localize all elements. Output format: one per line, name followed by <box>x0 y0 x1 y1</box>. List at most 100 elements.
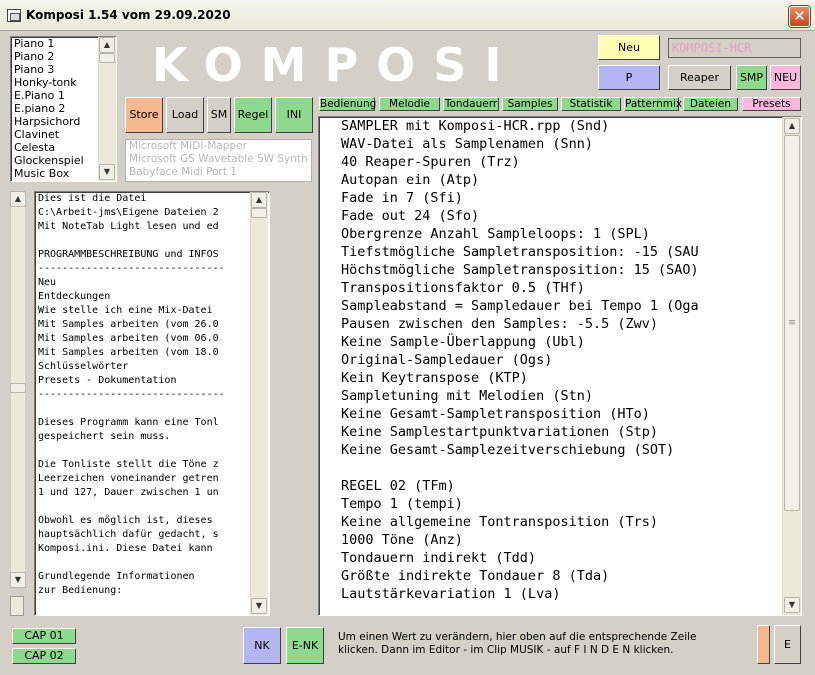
smp-button[interactable]: SMP <box>736 65 767 90</box>
settings-line[interactable]: Sampletuning mit Melodien (Stn) <box>319 387 801 405</box>
settings-line[interactable]: Keine allgemeine Tontransposition (Trs) <box>319 513 801 531</box>
tab-patternmix[interactable]: Patternmix <box>624 97 682 111</box>
scroll-thumb[interactable] <box>10 383 26 393</box>
settings-line[interactable]: SAMPLER mit Komposi-HCR.rpp (Snd) <box>319 117 801 135</box>
scroll-down-icon[interactable]: ▼ <box>784 597 800 613</box>
neu-pink-button[interactable]: NEU <box>770 65 801 90</box>
info-line <box>35 234 269 248</box>
left-small-control[interactable] <box>10 596 24 616</box>
settings-line[interactable]: Obergrenze Anzahl Sampleloops: 1 (SPL) <box>319 225 801 243</box>
enk-button[interactable]: E-NK <box>286 627 324 664</box>
settings-line[interactable]: Pausen zwischen den Samples: -5.5 (Zwv) <box>319 315 801 333</box>
settings-line[interactable]: Fade in 7 (Sfi) <box>319 189 801 207</box>
settings-line[interactable]: WAV-Datei als Samplenamen (Snn) <box>319 135 801 153</box>
settings-line[interactable]: Lautstärkevariation 1 (Lva) <box>319 585 801 603</box>
settings-line[interactable]: Größte indirekte Tondauer 8 (Tda) <box>319 567 801 585</box>
info-line: Mit Samples arbeiten (vom 26.0 <box>38 319 219 330</box>
info-line: Mit Samples arbeiten (vom 18.0 <box>38 347 219 358</box>
settings-line[interactable]: Keine Gesamt-Sampletransposition (HTo) <box>319 405 801 423</box>
preset-name-field[interactable]: KOMPOSI-HCR <box>668 38 801 58</box>
cap02-button[interactable]: CAP 02 <box>12 648 76 664</box>
midi-device-item[interactable]: Babyface Midi Port 1 <box>126 166 311 179</box>
scroll-up-icon[interactable]: ▲ <box>99 37 115 53</box>
close-button[interactable]: ✕ <box>789 6 810 27</box>
info-line: Presets - Dokumentation <box>38 375 177 386</box>
sm-button[interactable]: SM <box>207 97 231 133</box>
settings-line[interactable] <box>319 459 801 477</box>
scroll-down-icon[interactable]: ▼ <box>10 572 26 588</box>
scroll-down-icon[interactable]: ▼ <box>99 164 115 180</box>
info-line: Dies ist die Datei <box>38 193 147 204</box>
settings-textbox[interactable]: SAMPLER mit Komposi-HCR.rpp (Snd) WAV-Dat… <box>318 116 802 616</box>
midi-device-item[interactable]: Microsoft MIDI-Mapper <box>126 140 311 153</box>
ini-button[interactable]: INI <box>275 97 313 133</box>
info-line: 1 und 127, Dauer zwischen 1 un <box>38 487 219 498</box>
hint-text: Um einen Wert zu verändern, hier oben au… <box>338 631 697 656</box>
info-textbox[interactable]: Dies ist die Datei C:\Arbeit-jms\Eigene D… <box>34 191 270 616</box>
settings-line[interactable]: Tiefstmögliche Sampletransposition: -15 … <box>319 243 801 261</box>
info-line: Leerzeichen voneinander getren <box>38 473 219 484</box>
tab-samples[interactable]: Samples <box>502 97 558 111</box>
left-scrollbar[interactable]: ▲ ▼ <box>10 191 26 589</box>
info-line: PROGRAMMBESCHREIBUNG und INFOS <box>38 249 219 260</box>
cap01-button[interactable]: CAP 01 <box>12 628 76 644</box>
settings-line[interactable]: Transpositionsfaktor 0.5 (THf) <box>319 279 801 297</box>
info-line: Dieses Programm kann eine Tonl <box>38 417 219 428</box>
nk-button[interactable]: NK <box>243 627 281 664</box>
scroll-thumb[interactable]: ≡ <box>784 135 800 511</box>
info-line: Die Tonliste stellt die Töne z <box>38 459 219 470</box>
load-button[interactable]: Load <box>166 97 204 133</box>
settings-line[interactable]: Keine Gesamt-Samplezeitverschiebung (SOT… <box>319 441 801 459</box>
settings-line[interactable]: Tempo 1 (tempi) <box>319 495 801 513</box>
info-line: hauptsächlich dafür gedacht, s <box>38 529 219 540</box>
info-line <box>35 500 269 514</box>
neu-button[interactable]: Neu <box>598 35 660 60</box>
orange-indicator-button[interactable] <box>757 625 770 664</box>
settings-line[interactable]: Keine Samplestartpunktvariationen (Stp) <box>319 423 801 441</box>
midi-device-list[interactable]: Microsoft MIDI-Mapper Microsoft GS Waveta… <box>125 139 312 182</box>
store-button[interactable]: Store <box>125 97 163 133</box>
settings-line[interactable]: 1000 Töne (Anz) <box>319 531 801 549</box>
scroll-up-icon[interactable]: ▲ <box>251 192 267 208</box>
info-line: Grundlegende Informationen <box>38 571 195 582</box>
info-line: gespeichert sein muss. <box>38 431 171 442</box>
settings-line[interactable]: 40 Reaper-Spuren (Trz) <box>319 153 801 171</box>
tab-tondauerr[interactable]: Tondauerr <box>443 97 499 111</box>
midi-device-item[interactable]: Microsoft GS Wavetable SW Synth <box>126 153 311 166</box>
settings-line[interactable]: Fade out 24 (Sfo) <box>319 207 801 225</box>
info-line: Neu <box>38 277 57 288</box>
info-line: C:\Arbeit-jms\Eigene Dateien 2 <box>38 207 219 218</box>
tab-melodie[interactable]: Melodie <box>379 97 440 111</box>
scroll-up-icon[interactable]: ▲ <box>10 191 26 207</box>
settings-line[interactable]: Kein Keytranspose (KTP) <box>319 369 801 387</box>
scroll-up-icon[interactable]: ▲ <box>784 118 800 134</box>
info-scrollbar[interactable]: ▲ ▼ <box>250 192 268 615</box>
info-line: Mit Samples arbeiten (vom 06.0 <box>38 333 219 344</box>
info-line: ------------------------------- <box>38 389 225 400</box>
info-line <box>35 402 269 416</box>
scroll-thumb[interactable] <box>99 53 115 63</box>
tab-bedienung[interactable]: Bedienung <box>319 97 376 111</box>
scroll-down-icon[interactable]: ▼ <box>251 598 267 614</box>
settings-line[interactable]: Sampleabstand = Sampledauer bei Tempo 1 … <box>319 297 801 315</box>
instrument-list-scrollbar[interactable]: ▲ ▼ <box>98 37 116 181</box>
tab-presets[interactable]: Presets <box>742 97 801 111</box>
settings-line[interactable]: Höchstmögliche Sampletransposition: 15 (… <box>319 261 801 279</box>
settings-line[interactable]: Tondauern indirekt (Tdd) <box>319 549 801 567</box>
settings-line[interactable]: REGEL 02 (TFm) <box>319 477 801 495</box>
tab-statistik[interactable]: Statistik <box>561 97 621 111</box>
brand-title: KOMPOSI <box>152 38 520 92</box>
info-line: Entdeckungen <box>38 291 111 302</box>
settings-line[interactable]: Keine Sample-Überlappung (Ubl) <box>319 333 801 351</box>
e-button[interactable]: E <box>774 625 801 664</box>
settings-line[interactable]: Original-Sampledauer (Ogs) <box>319 351 801 369</box>
p-button[interactable]: P <box>598 65 660 90</box>
reaper-button[interactable]: Reaper <box>668 65 731 90</box>
settings-scrollbar[interactable]: ▲ ≡ ▼ <box>782 117 801 615</box>
regel-button[interactable]: Regel <box>234 97 272 133</box>
tab-dateien[interactable]: Dateien <box>683 97 738 111</box>
window-title: Komposi 1.54 vom 29.09.2020 <box>26 8 231 22</box>
info-line: Obwohl es möglich ist, dieses <box>38 515 219 526</box>
settings-line[interactable]: Autopan ein (Atp) <box>319 171 801 189</box>
scroll-thumb[interactable] <box>251 208 267 218</box>
